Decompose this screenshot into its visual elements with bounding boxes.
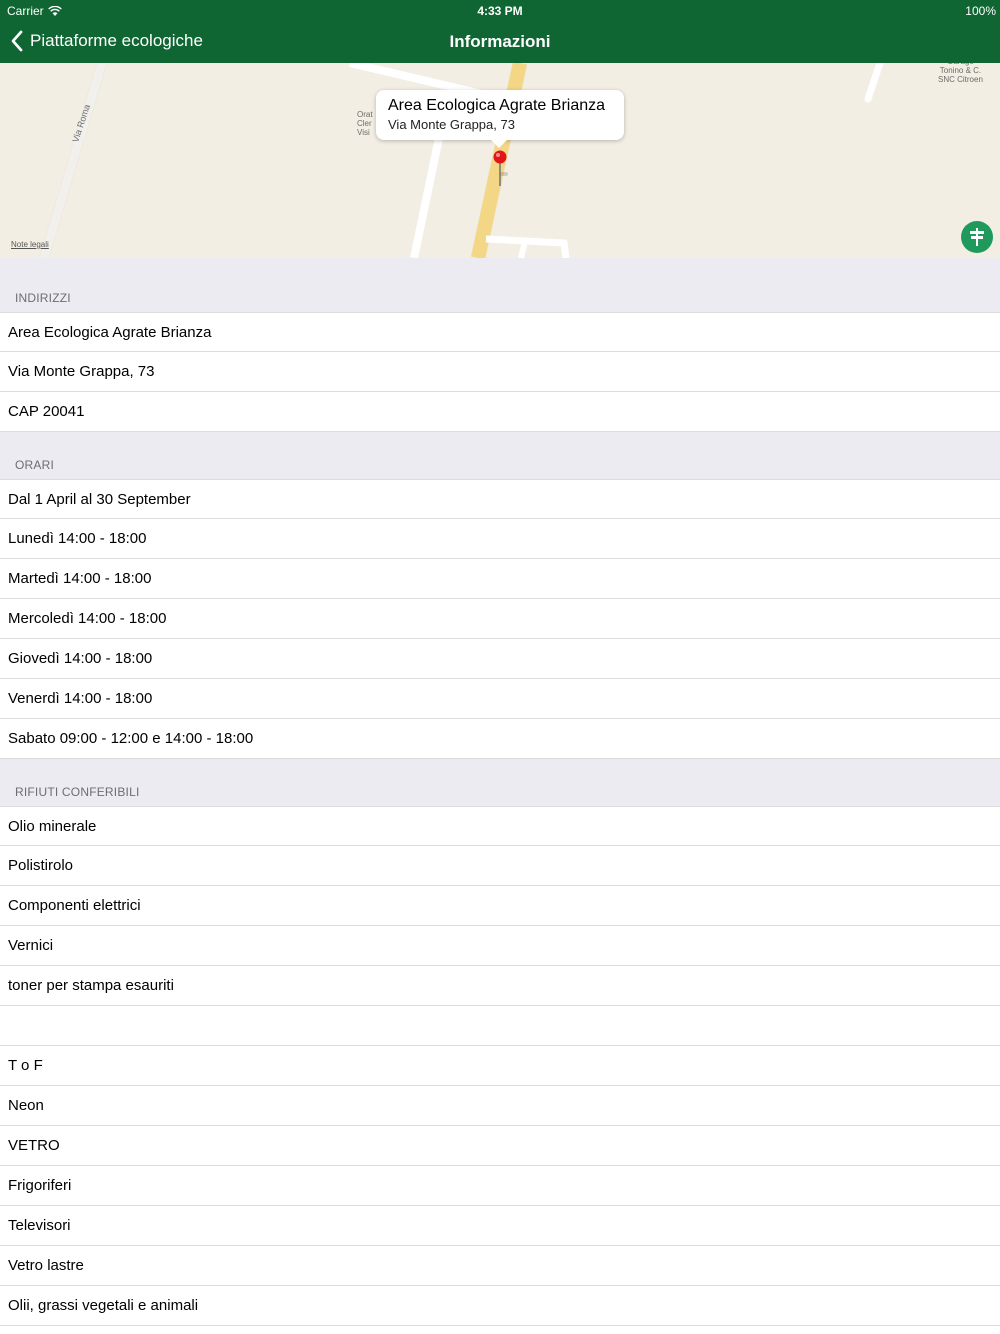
waste-row: Olii, grassi vegetali e animali [0, 1286, 1000, 1326]
row-label: Vernici [8, 937, 54, 954]
waste-row: Componenti elettrici [0, 886, 1000, 926]
row-label: Televisori [8, 1217, 71, 1234]
top-bar: Carrier 4:33 PM 100% Piattaforme ecologi… [0, 0, 1000, 63]
section-header-label: ORARI [15, 458, 55, 472]
waste-row: VETRO [0, 1126, 1000, 1166]
row-label: Vetro lastre [8, 1257, 84, 1274]
section-header-rifiuti: RIFIUTI CONFERIBILI [0, 759, 1000, 807]
navigation-bar: Piattaforme ecologiche Informazioni [0, 22, 1000, 63]
row-label: toner per stampa esauriti [8, 977, 174, 994]
section-header-orari: ORARI [0, 432, 1000, 480]
row-label: Via Monte Grappa, 73 [8, 363, 155, 380]
back-button-label: Piattaforme ecologiche [30, 31, 203, 50]
row-label: Dal 1 April al 30 September [8, 491, 191, 508]
directions-button[interactable] [961, 221, 993, 253]
callout-title: Area Ecologica Agrate Brianza [388, 97, 606, 114]
address-row: Via Monte Grappa, 73 [0, 352, 1000, 392]
status-time: 4:33 PM [477, 4, 523, 18]
status-bar: Carrier 4:33 PM 100% [0, 0, 1000, 22]
hours-row: Giovedì 14:00 - 18:00 [0, 639, 1000, 679]
legal-link[interactable]: Note legali [11, 240, 49, 249]
row-label: Frigoriferi [8, 1177, 72, 1194]
poi-label-oratorio: Orat Cler Visi [357, 110, 373, 137]
row-label: Giovedì 14:00 - 18:00 [8, 650, 153, 667]
row-label: CAP 20041 [8, 403, 85, 420]
callout-subtitle: Via Monte Grappa, 73 [388, 117, 515, 132]
row-label: Componenti elettrici [8, 897, 141, 914]
poi-label-garage: Garage Tonino & C. SNC Citroen [938, 63, 983, 84]
row-label: Mercoledì 14:00 - 18:00 [8, 610, 167, 627]
row-label: Olio minerale [8, 818, 97, 835]
waste-row: Polistirolo [0, 846, 1000, 886]
hours-row: Mercoledì 14:00 - 18:00 [0, 599, 1000, 639]
chevron-left-icon [11, 30, 23, 52]
map-pin-icon[interactable] [492, 150, 508, 188]
waste-row: Vernici [0, 926, 1000, 966]
waste-row: Vetro lastre [0, 1246, 1000, 1286]
section-header-label: INDIRIZZI [15, 291, 71, 305]
waste-row: Olio minerale [0, 806, 1000, 846]
map-view[interactable]: Via Roma Orat Cler Visi Garage Tonino & … [0, 63, 1000, 258]
hours-row: Martedì 14:00 - 18:00 [0, 559, 1000, 599]
row-label: Martedì 14:00 - 18:00 [8, 570, 152, 587]
hours-row: Sabato 09:00 - 12:00 e 14:00 - 18:00 [0, 719, 1000, 759]
waste-row: T o F [0, 1046, 1000, 1086]
hours-row: Lunedì 14:00 - 18:00 [0, 519, 1000, 559]
waste-row: Frigoriferi [0, 1166, 1000, 1206]
row-label: Neon [8, 1097, 44, 1114]
row-label: Olii, grassi vegetali e animali [8, 1297, 199, 1314]
waste-row: toner per stampa esauriti [0, 966, 1000, 1006]
hours-row: Dal 1 April al 30 September [0, 479, 1000, 519]
section-header-label: RIFIUTI CONFERIBILI [15, 785, 140, 799]
row-label: Sabato 09:00 - 12:00 e 14:00 - 18:00 [8, 730, 254, 747]
address-row: Area Ecologica Agrate Brianza [0, 312, 1000, 352]
row-label: Lunedì 14:00 - 18:00 [8, 530, 147, 547]
back-button[interactable]: Piattaforme ecologiche [10, 30, 203, 52]
hours-row: Venerdì 14:00 - 18:00 [0, 679, 1000, 719]
battery-level: 100% [965, 4, 996, 18]
row-label: Venerdì 14:00 - 18:00 [8, 690, 153, 707]
row-label: Polistirolo [8, 857, 74, 874]
row-label: T o F [8, 1057, 43, 1074]
row-label: VETRO [8, 1137, 60, 1154]
map-callout[interactable]: Area Ecologica Agrate Brianza Via Monte … [376, 90, 624, 148]
signpost-icon [970, 228, 984, 246]
row-label: Area Ecologica Agrate Brianza [8, 324, 212, 341]
waste-row-empty [0, 1006, 1000, 1046]
waste-row: Televisori [0, 1206, 1000, 1246]
waste-row: Neon [0, 1086, 1000, 1126]
address-row: CAP 20041 [0, 392, 1000, 432]
section-header-indirizzi: INDIRIZZI [0, 258, 1000, 313]
